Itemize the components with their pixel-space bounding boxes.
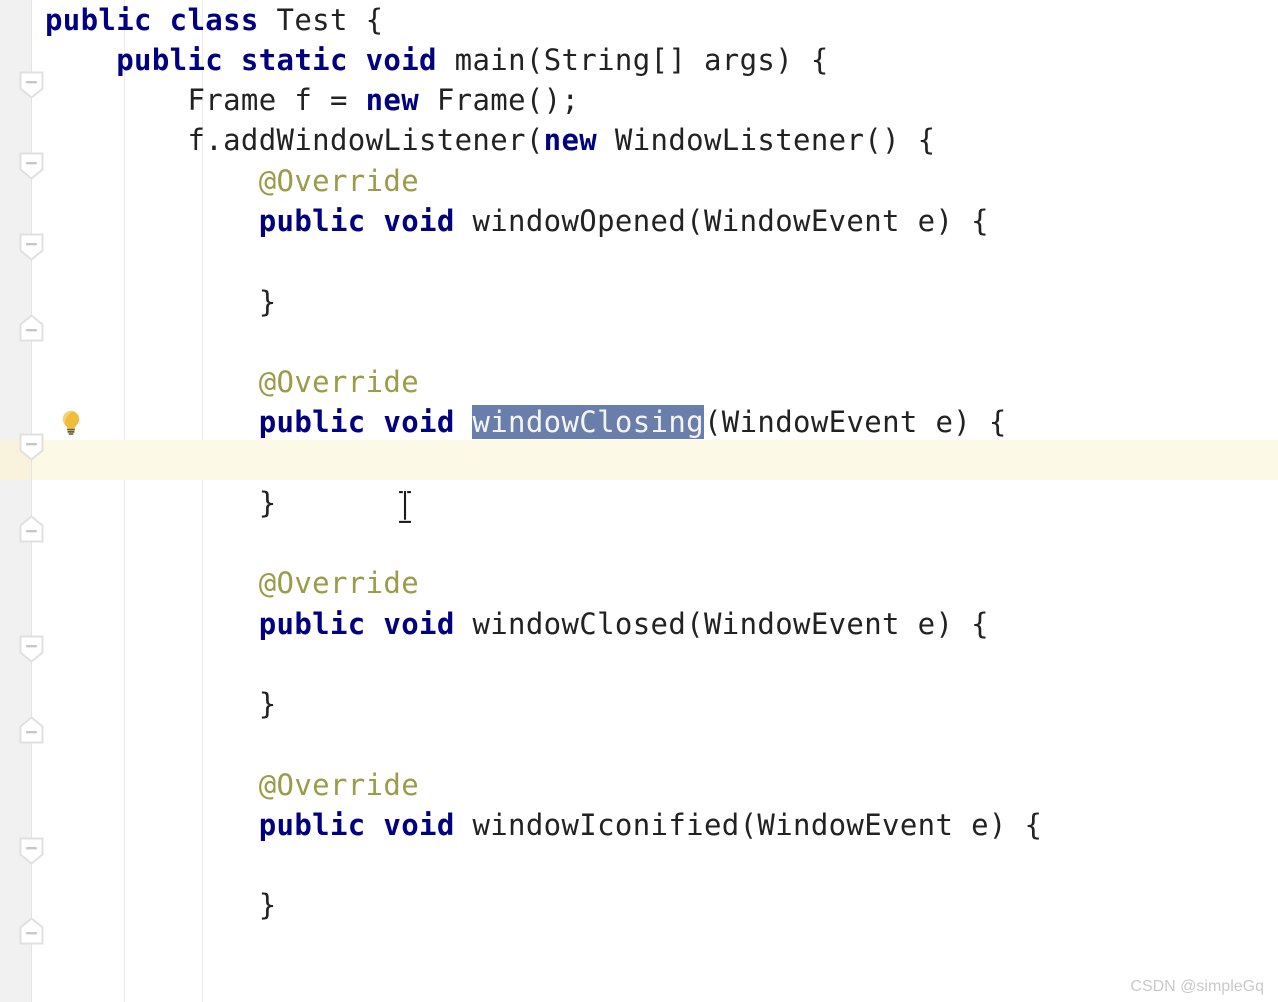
selected-text[interactable]: windowClosing [472, 405, 704, 439]
annotation-token: @Override [258, 365, 420, 399]
code-token: } [45, 888, 277, 922]
code-token: WindowListener() { [614, 123, 936, 157]
annotation-token: @Override [258, 566, 420, 600]
fold-collapse-line-2-icon[interactable] [18, 70, 45, 100]
code-line-13[interactable]: } [45, 483, 277, 523]
code-line-8[interactable]: } [45, 282, 277, 322]
keyword-token: new [543, 123, 615, 157]
code-line-10[interactable]: @Override [45, 362, 419, 402]
code-token: (WindowEvent e) { [703, 405, 1007, 439]
fold-collapse-line-11-icon[interactable] [18, 432, 45, 462]
code-line-20[interactable]: @Override [45, 765, 419, 805]
fold-collapse-line-16-icon[interactable] [18, 634, 45, 664]
code-line-16[interactable]: public void windowClosed(WindowEvent e) … [45, 604, 989, 644]
code-token: } [45, 486, 277, 520]
code-line-6[interactable]: public void windowOpened(WindowEvent e) … [45, 201, 989, 241]
code-line-1[interactable]: public class Test { [45, 0, 383, 40]
code-line-18[interactable]: } [45, 684, 277, 724]
code-token: main(String[] args) { [454, 43, 829, 77]
code-token: } [45, 285, 277, 319]
keyword-token: public void [258, 204, 473, 238]
code-text-area[interactable]: public class Test { public static void m… [0, 0, 1278, 1002]
code-line-23[interactable]: } [45, 885, 277, 925]
code-token: Test { [276, 3, 384, 37]
code-line-4[interactable]: f.addWindowListener(new WindowListener()… [45, 120, 936, 160]
keyword-token: public class [45, 3, 277, 37]
code-token: f.addWindowListener( [45, 123, 544, 157]
code-line-2[interactable]: public static void main(String[] args) { [45, 40, 829, 80]
code-token: windowOpened(WindowEvent e) { [472, 204, 989, 238]
code-token: Frame(); [436, 83, 580, 117]
code-line-3[interactable]: Frame f = new Frame(); [45, 80, 579, 120]
code-line-5[interactable]: @Override [45, 161, 419, 201]
fold-end-line-18-icon[interactable] [18, 715, 45, 745]
code-token: windowClosed(WindowEvent e) { [472, 607, 989, 641]
fold-end-line-23-icon[interactable] [18, 916, 45, 946]
csdn-watermark: CSDN @simpleGq [1130, 978, 1264, 995]
code-editor[interactable]: public class Test { public static void m… [0, 0, 1278, 1002]
code-line-15[interactable]: @Override [45, 563, 419, 603]
fold-collapse-line-6-icon[interactable] [18, 232, 45, 262]
mouse-ibeam-cursor [396, 489, 414, 529]
fold-collapse-line-21-icon[interactable] [18, 836, 45, 866]
fold-end-line-13-icon[interactable] [18, 514, 45, 544]
keyword-token: new [365, 83, 437, 117]
keyword-token: public void [258, 405, 473, 439]
code-line-21[interactable]: public void windowIconified(WindowEvent … [45, 805, 1042, 845]
lightbulb-icon[interactable] [56, 407, 86, 437]
keyword-token: public static void [116, 43, 455, 77]
fold-end-line-8-icon[interactable] [18, 313, 45, 343]
keyword-token: public void [258, 808, 473, 842]
code-token: windowIconified(WindowEvent e) { [472, 808, 1043, 842]
code-line-11[interactable]: public void windowClosing(WindowEvent e)… [45, 402, 1007, 442]
keyword-token: public void [258, 607, 473, 641]
annotation-token: @Override [258, 164, 420, 198]
fold-collapse-line-4-icon[interactable] [18, 151, 45, 181]
code-token: } [45, 687, 277, 721]
code-token: Frame f = [45, 83, 366, 117]
annotation-token: @Override [258, 768, 420, 802]
